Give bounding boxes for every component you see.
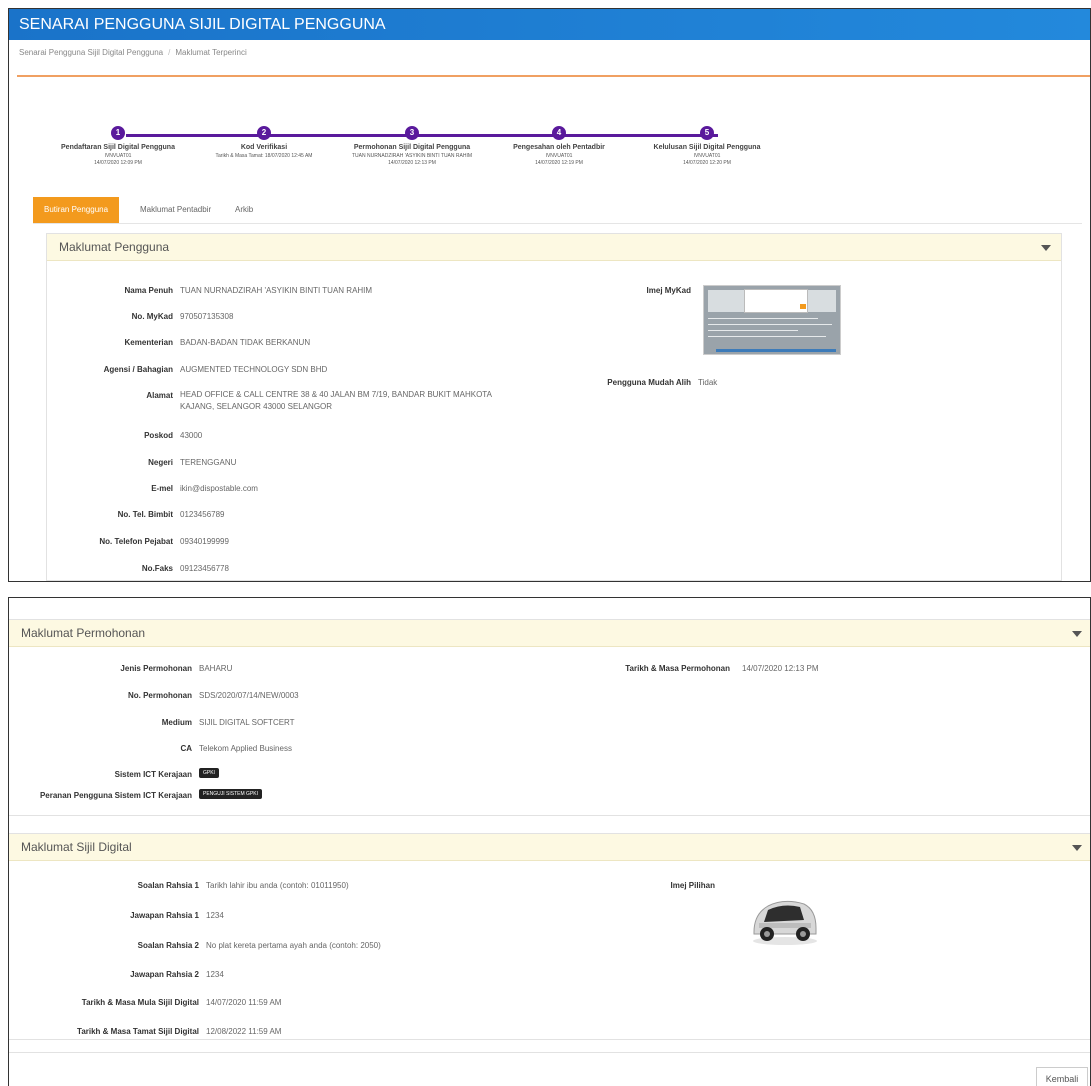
sistem-badge: GPKI	[199, 768, 219, 778]
step-number: 5	[700, 126, 714, 140]
step-4: 4 Pengesahan oleh Pentadbir IVNVUAT01 14…	[484, 126, 634, 167]
caret-down-icon[interactable]	[1041, 245, 1051, 251]
step-title: Pendaftaran Sijil Digital Pengguna	[61, 144, 175, 151]
field-value: 970507135308	[180, 312, 234, 321]
panel-maklumat-pengguna: Maklumat Pengguna Nama Penuh TUAN NURNAD…	[46, 233, 1062, 581]
page-title: SENARAI PENGGUNA SIJIL DIGITAL PENGGUNA	[9, 9, 1090, 40]
field-value: 14/07/2020 11:59 AM	[206, 998, 282, 1007]
tab-arkib[interactable]: Arkib	[224, 197, 264, 223]
step-title: Permohonan Sijil Digital Pengguna	[353, 144, 471, 151]
divider	[17, 75, 1090, 77]
field-value: TERENGGANU	[180, 458, 237, 467]
field-value: 09123456778	[180, 564, 229, 573]
breadcrumb-link-list[interactable]: Senarai Pengguna Sijil Digital Pengguna	[19, 48, 163, 57]
field-value: 09340199999	[180, 537, 229, 546]
back-button[interactable]: Kembali	[1036, 1067, 1088, 1086]
field-value: BADAN-BADAN TIDAK BERKANUN	[180, 338, 311, 347]
field-value: Telekom Applied Business	[199, 744, 292, 753]
panel-header[interactable]: Maklumat Pengguna	[47, 234, 1061, 261]
step-detail: TUAN NURNADZIRAH 'ASYIKIN BINTI TUAN RAH…	[351, 153, 473, 159]
step-detail: IVNVUAT01	[693, 153, 721, 159]
step-detail: 14/07/2020 12:13 PM	[388, 160, 436, 166]
tab-maklumat-pentadbir[interactable]: Maklumat Pentadbir	[129, 197, 222, 223]
panel-maklumat-permohonan: Maklumat Permohonan Jenis Permohonan BAH…	[9, 619, 1090, 816]
panel-title: Maklumat Sijil Digital	[21, 840, 132, 854]
step-number: 1	[111, 126, 125, 140]
field-value: SDS/2020/07/14/NEW/0003	[199, 691, 299, 700]
screen-bottom: Maklumat Permohonan Jenis Permohonan BAH…	[8, 597, 1091, 1086]
step-detail: 14/07/2020 12:20 PM	[683, 160, 731, 166]
step-title: Pengesahan oleh Pentadbir	[513, 144, 605, 151]
caret-down-icon[interactable]	[1072, 631, 1082, 637]
mykad-image[interactable]	[703, 285, 841, 355]
field-value: 14/07/2020 12:13 PM	[742, 664, 819, 673]
step-detail: IVNVUAT01	[545, 153, 573, 159]
peranan-badge: PENGUJI SISTEM GPKI	[199, 789, 263, 799]
step-1: 1 Pendaftaran Sijil Digital Pengguna IVN…	[43, 126, 193, 167]
field-value: Tidak	[698, 378, 718, 387]
panel-title: Maklumat Pengguna	[59, 240, 170, 254]
field-value: 0123456789	[180, 510, 225, 519]
step-3: 3 Permohonan Sijil Digital Pengguna TUAN…	[337, 126, 487, 167]
field-value: Tarikh lahir ibu anda (contoh: 01011950)	[206, 881, 349, 890]
breadcrumb: Senarai Pengguna Sijil Digital Pengguna /…	[19, 48, 247, 57]
breadcrumb-current: Maklumat Terperinci	[175, 48, 247, 57]
screen-top: SENARAI PENGGUNA SIJIL DIGITAL PENGGUNA …	[8, 8, 1091, 582]
step-number: 2	[257, 126, 271, 140]
step-detail: 14/07/2020 12:09 PM	[94, 160, 142, 166]
field-value: No plat kereta pertama ayah anda (contoh…	[206, 941, 381, 950]
panel-maklumat-sijil-digital: Maklumat Sijil Digital Soalan Rahsia 1 T…	[9, 833, 1090, 1040]
field-value: 1234	[206, 911, 224, 920]
field-value: 12/08/2022 11:59 AM	[206, 1027, 282, 1036]
panel-header[interactable]: Maklumat Sijil Digital	[9, 834, 1090, 861]
field-value: 1234	[206, 970, 224, 979]
step-5: 5 Kelulusan Sijil Digital Pengguna IVNVU…	[632, 126, 782, 167]
tab-butiran-pengguna[interactable]: Butiran Pengguna	[33, 197, 120, 223]
field-value: TUAN NURNADZIRAH 'ASYIKIN BINTI TUAN RAH…	[180, 286, 373, 295]
caret-down-icon[interactable]	[1072, 845, 1082, 851]
step-number: 4	[552, 126, 566, 140]
tab-bar: Butiran Pengguna Maklumat Pentadbir Arki…	[33, 197, 1082, 224]
step-detail: 14/07/2020 12:19 PM	[535, 160, 583, 166]
step-2: 2 Kod Verifikasi Tarikh & Masa Tamat: 18…	[189, 126, 339, 160]
field-value: ikin@dispostable.com	[180, 484, 258, 493]
step-title: Kelulusan Sijil Digital Pengguna	[653, 144, 761, 151]
step-title: Kod Verifikasi	[240, 144, 288, 151]
footer-bar: Kembali	[9, 1052, 1090, 1086]
field-value: SIJIL DIGITAL SOFTCERT	[199, 718, 295, 727]
panel-title: Maklumat Permohonan	[21, 626, 146, 640]
panel-header[interactable]: Maklumat Permohonan	[9, 620, 1090, 647]
car-image[interactable]	[750, 896, 820, 946]
field-value: HEAD OFFICE & CALL CENTRE 38 & 40 JALAN …	[180, 390, 492, 411]
field-value: BAHARU	[199, 664, 233, 673]
field-value: AUGMENTED TECHNOLOGY SDN BHD	[180, 365, 328, 374]
step-detail: Tarikh & Masa Tamat: 18/07/2020 12:45 AM	[215, 153, 313, 159]
step-detail: IVNVUAT01	[104, 153, 132, 159]
step-number: 3	[405, 126, 419, 140]
field-value: 43000	[180, 431, 203, 440]
